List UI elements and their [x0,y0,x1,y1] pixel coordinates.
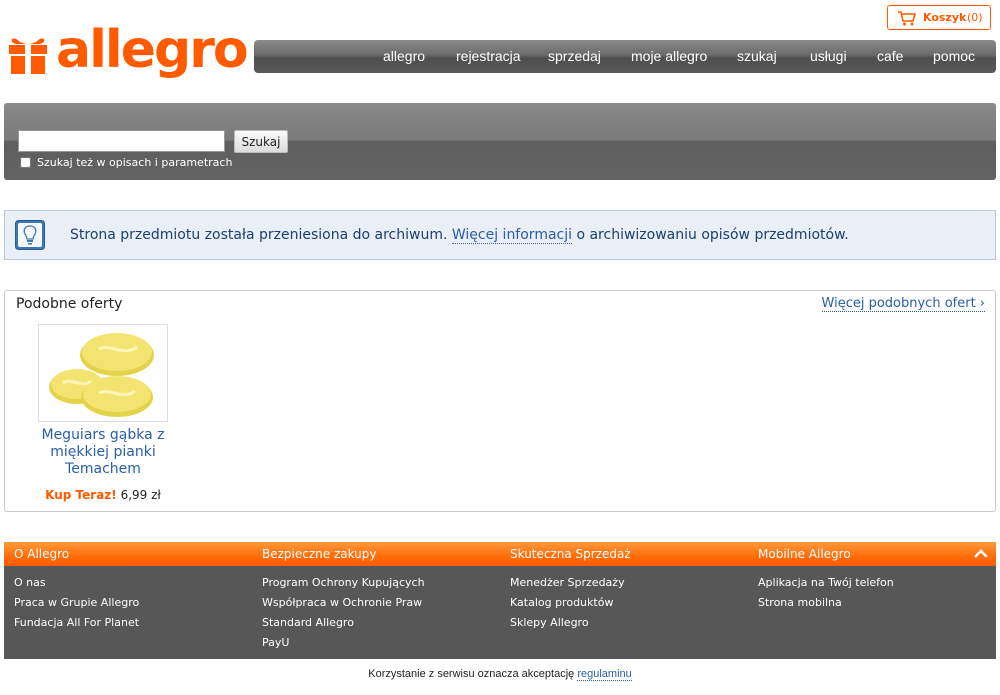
footer-link[interactable]: Menedżer Sprzedaży [510,573,625,593]
buy-now-label: Kup Teraz! [45,488,117,502]
footer-column-skuteczna-sprzedaz: Menedżer Sprzedaży Katalog produktów Skl… [510,573,625,633]
footer-link[interactable]: Współpraca w Ochronie Praw [262,593,425,613]
price-value: 6,99 zł [120,488,161,502]
nav-item-pomoc[interactable]: pomoc [933,40,975,73]
footer-link[interactable]: Program Ochrony Kupujących [262,573,425,593]
nav-item-cafe[interactable]: cafe [877,40,903,73]
footer-link[interactable]: Praca w Grupie Allegro [14,593,139,613]
search-button[interactable]: Szukaj [234,130,288,153]
nav-item-rejestracja[interactable]: rejestracja [456,40,521,73]
nav-item-moje-allegro[interactable]: moje allegro [631,40,707,73]
allegro-logo[interactable]: allegro [8,20,249,90]
terms-link[interactable]: regulaminu [577,668,632,681]
search-input[interactable] [18,130,225,152]
product-price: Kup Teraz! 6,99 zł [32,488,174,502]
product-title-link[interactable]: Meguiars gąbka z miękkiej pianki Temache… [32,427,174,478]
footer-heading-o-allegro: O Allegro [14,547,70,561]
footer-link[interactable]: Strona mobilna [758,593,894,613]
nav-item-sprzedaj[interactable]: sprzedaj [548,40,601,73]
archive-notice-text-before: Strona przedmiotu została przeniesiona d… [70,227,452,243]
archive-notice-text: Strona przedmiotu została przeniesiona d… [70,211,849,259]
footer-link[interactable]: O nas [14,573,139,593]
chevron-up-icon[interactable] [974,549,988,559]
similar-offers-title: Podobne oferty [16,296,123,312]
footer-heading-mobilne-allegro: Mobilne Allegro [758,547,851,561]
footer-link[interactable]: Katalog produktów [510,593,625,613]
lightbulb-icon [15,220,45,250]
search-panel: Szukaj Szukaj też w opisach i parametrac… [4,103,996,180]
footer-link[interactable]: PayU [262,633,425,653]
footer-column-mobilne-allegro: Aplikacja na Twój telefon Strona mobilna [758,573,894,613]
more-info-link[interactable]: Więcej informacji [451,227,573,244]
cart-count: (0) [967,11,983,24]
terms-text: Korzystanie z serwisu oznacza akceptację [368,668,578,680]
search-descriptions-checkbox[interactable] [20,157,31,168]
more-similar-offers-link[interactable]: Więcej podobnych ofert › [821,296,985,312]
footer-link[interactable]: Sklepy Allegro [510,613,625,633]
footer-heading-bezpieczne-zakupy: Bezpieczne zakupy [262,547,377,561]
nav-item-allegro[interactable]: allegro [383,40,425,73]
cart-icon [898,11,917,26]
archive-notice-text-after: o archiwizowaniu opisów przedmiotów. [572,227,849,243]
logo-wordmark: allegro [56,20,249,80]
nav-item-uslugi[interactable]: usługi [810,40,847,73]
gift-icon [9,38,47,74]
cart-button[interactable]: Koszyk (0) [887,5,991,30]
footer: O Allegro Bezpieczne zakupy Skuteczna Sp… [4,542,996,659]
sponge-pads-image [49,333,154,417]
footer-header-bar: O Allegro Bezpieczne zakupy Skuteczna Sp… [4,542,996,566]
product-image[interactable] [38,324,168,422]
footer-link[interactable]: Aplikacja na Twój telefon [758,573,894,593]
search-descriptions-label: Szukaj też w opisach i parametrach [37,156,233,169]
footer-link[interactable]: Fundacja All For Planet [14,613,139,633]
archive-notice: Strona przedmiotu została przeniesiona d… [4,210,996,260]
similar-offers: Podobne oferty Więcej podobnych ofert › … [4,290,996,512]
terms-notice: Korzystanie z serwisu oznacza akceptację… [0,668,1000,681]
footer-column-bezpieczne-zakupy: Program Ochrony Kupujących Współpraca w … [262,573,425,653]
nav-item-szukaj[interactable]: szukaj [737,40,777,73]
footer-link[interactable]: Standard Allegro [262,613,425,633]
cart-label: Koszyk [923,11,967,24]
footer-column-o-allegro: O nas Praca w Grupie Allegro Fundacja Al… [14,573,139,633]
footer-heading-skuteczna-sprzedaz: Skuteczna Sprzedaż [510,547,631,561]
main-nav: allegro rejestracja sprzedaj moje allegr… [254,40,996,73]
